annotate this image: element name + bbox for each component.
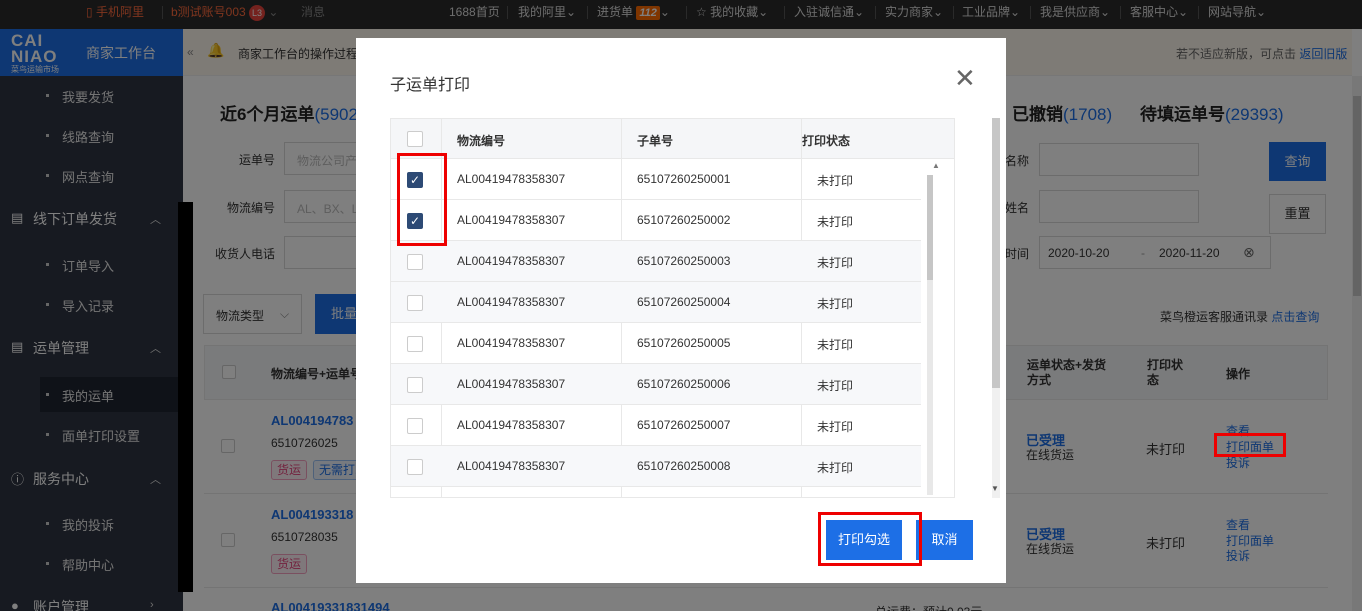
row-logistics: AL00419478358307 bbox=[457, 295, 566, 309]
row-sub: 65107260250007 bbox=[637, 418, 731, 432]
row-logistics: AL00419478358307 bbox=[457, 336, 566, 350]
row-checkbox[interactable] bbox=[407, 336, 423, 352]
list-item: AL00419478358307 65107260250007 未打印 bbox=[391, 405, 921, 446]
dialog-title: 子运单打印 bbox=[390, 77, 471, 94]
row-status: 未打印 bbox=[817, 215, 854, 229]
row-logistics: AL00419478358307 bbox=[457, 377, 566, 391]
row-sub: 65107260250001 bbox=[637, 172, 731, 186]
row-status: 未打印 bbox=[817, 174, 854, 188]
row-sub: 65107260250008 bbox=[637, 459, 731, 473]
row-logistics: AL00419478358307 bbox=[457, 213, 566, 227]
close-icon[interactable]: ✕ bbox=[954, 65, 976, 91]
list-item: ✓ AL00419478358307 65107260250001 未打印 bbox=[391, 159, 921, 200]
list-item: ✓ AL00419478358307 65107260250002 未打印 bbox=[391, 200, 921, 241]
sub-table-scrollbar[interactable]: ▲ bbox=[923, 159, 954, 497]
row-logistics: AL00419478358307 bbox=[457, 172, 566, 186]
select-all-checkbox[interactable] bbox=[407, 131, 423, 147]
col-logistics: 物流编号 bbox=[457, 134, 506, 148]
row-checkbox[interactable] bbox=[407, 418, 423, 434]
dialog-scrollbar[interactable]: ▼ bbox=[991, 118, 1000, 498]
row-logistics: AL00419478358307 bbox=[457, 254, 566, 268]
row-status: 未打印 bbox=[817, 297, 854, 311]
highlight-print-waybill bbox=[1214, 433, 1286, 457]
sub-waybill-table: 物流编号 子单号 打印状态 ✓ AL00419478358307 6510726… bbox=[390, 118, 955, 498]
row-sub: 65107260250002 bbox=[637, 213, 731, 227]
row-checkbox[interactable] bbox=[407, 295, 423, 311]
row-status: 未打印 bbox=[817, 461, 854, 475]
row-sub: 65107260250003 bbox=[637, 254, 731, 268]
col-sub: 子单号 bbox=[637, 134, 674, 148]
row-logistics: AL00419478358307 bbox=[457, 459, 566, 473]
row-status: 未打印 bbox=[817, 420, 854, 434]
highlight-print-button bbox=[818, 512, 922, 566]
row-checkbox[interactable] bbox=[407, 377, 423, 393]
list-item: AL00419478358307 65107260250005 未打印 bbox=[391, 323, 921, 364]
col-status: 打印状态 bbox=[802, 134, 851, 148]
sub-waybill-print-dialog: 子运单打印 ✕ 物流编号 子单号 打印状态 ✓ AL00419478358307… bbox=[356, 38, 1006, 583]
row-status: 未打印 bbox=[817, 256, 854, 270]
row-sub: 65107260250005 bbox=[637, 336, 731, 350]
row-checkbox[interactable] bbox=[407, 254, 423, 270]
row-checkbox[interactable] bbox=[407, 459, 423, 475]
list-item: AL00419478358307 65107260250008 未打印 bbox=[391, 446, 921, 487]
row-status: 未打印 bbox=[817, 338, 854, 352]
row-logistics: AL00419478358307 bbox=[457, 418, 566, 432]
row-sub: 65107260250004 bbox=[637, 295, 731, 309]
row-status: 未打印 bbox=[817, 379, 854, 393]
list-item: AL00419478358307 65107260250003 未打印 bbox=[391, 241, 921, 282]
highlight-checked-rows bbox=[397, 153, 447, 246]
list-item: AL00419478358307 65107260250006 未打印 bbox=[391, 364, 921, 405]
list-item: AL00419478358307 65107260250004 未打印 bbox=[391, 282, 921, 323]
sub-table-header: 物流编号 子单号 打印状态 bbox=[391, 119, 954, 159]
row-sub: 65107260250006 bbox=[637, 377, 731, 391]
cancel-button[interactable]: 取消 bbox=[916, 520, 973, 560]
